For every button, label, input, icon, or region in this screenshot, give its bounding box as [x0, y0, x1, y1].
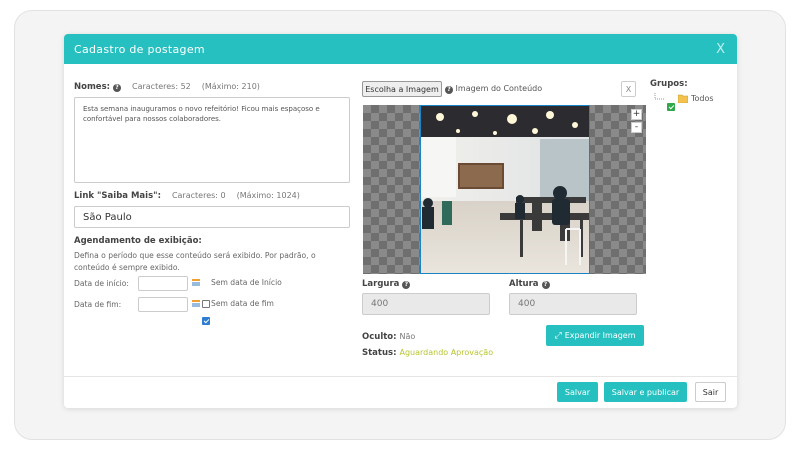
- footer-divider: [64, 376, 737, 377]
- post-registration-modal: Cadastro de postagem X Nomes: ? Caracter…: [64, 34, 737, 408]
- group-tree-item[interactable]: Todos: [654, 93, 724, 111]
- no-start-date-checkbox[interactable]: [202, 317, 210, 325]
- zoom-out-button[interactable]: -: [631, 122, 642, 133]
- width-input[interactable]: [362, 293, 490, 315]
- help-icon[interactable]: ?: [402, 281, 411, 289]
- choose-image-button[interactable]: Escolha a Imagem: [362, 81, 442, 97]
- groups-label: Grupos:: [650, 79, 688, 89]
- hidden-value: Não: [399, 332, 416, 341]
- zoom-in-button[interactable]: +: [631, 109, 642, 120]
- tree-connector: [654, 93, 664, 100]
- no-end-date-label: Sem data de fim: [211, 299, 274, 308]
- help-icon[interactable]: ?: [113, 84, 122, 92]
- expand-image-label: Expandir Imagem: [564, 331, 636, 340]
- agendamento-title: Agendamento de exibição:: [74, 236, 202, 246]
- height-input[interactable]: [509, 293, 637, 315]
- calendar-icon[interactable]: [192, 300, 200, 307]
- end-date-label: Data de fim:: [74, 300, 122, 309]
- link-char-max: (Máximo: 1024): [236, 191, 300, 200]
- width-label: Largura: [362, 279, 400, 289]
- no-end-date-checkbox[interactable]: [202, 300, 210, 308]
- link-char-count: Caracteres: 0: [171, 191, 226, 200]
- image-info: ? Imagem do Conteúdo: [445, 84, 542, 94]
- link-label: Link "Saiba Mais":: [74, 191, 161, 201]
- remove-image-button[interactable]: X: [621, 81, 636, 97]
- help-icon[interactable]: ?: [541, 281, 550, 289]
- image-info-label: Imagem do Conteúdo: [455, 84, 543, 93]
- calendar-icon[interactable]: [192, 279, 200, 286]
- link-input[interactable]: [74, 206, 350, 228]
- modal-header: Cadastro de postagem X: [64, 34, 737, 64]
- nomes-textarea[interactable]: Esta semana inauguramos o novo refeitóri…: [74, 97, 350, 183]
- status-label: Status:: [362, 348, 397, 358]
- height-label-row: Altura ?: [509, 279, 550, 289]
- image-crop-canvas[interactable]: + -: [363, 105, 646, 274]
- expand-image-button[interactable]: ⤢ Expandir Imagem: [546, 325, 644, 346]
- agendamento-description: Defina o período que esse conteúdo será …: [74, 251, 316, 272]
- start-date-label: Data de início:: [74, 279, 129, 288]
- expand-icon: ⤢: [554, 330, 562, 341]
- exit-button[interactable]: Sair: [695, 382, 726, 402]
- group-checkbox[interactable]: [667, 103, 675, 111]
- hidden-label: Oculto:: [362, 332, 397, 342]
- link-label-row: Link "Saiba Mais": Caracteres: 0 (Máximo…: [74, 191, 300, 201]
- nomes-label: Nomes:: [74, 82, 111, 92]
- status-value: Aguardando Aprovação: [399, 348, 494, 357]
- start-date-input[interactable]: [138, 276, 188, 291]
- nomes-label-row: Nomes: ? Caracteres: 52 (Máximo: 210): [74, 82, 260, 92]
- modal-title: Cadastro de postagem: [74, 42, 205, 56]
- save-and-publish-button[interactable]: Salvar e publicar: [604, 382, 687, 402]
- hidden-row: Oculto: Não: [362, 332, 415, 342]
- group-label: Todos: [691, 94, 714, 103]
- help-icon[interactable]: ?: [445, 86, 453, 94]
- no-start-date-label: Sem data de Início: [211, 278, 282, 287]
- nomes-char-count: Caracteres: 52: [131, 82, 191, 91]
- height-label: Altura: [509, 279, 539, 289]
- folder-icon: [678, 94, 688, 103]
- close-icon[interactable]: X: [716, 42, 725, 57]
- width-label-row: Largura ?: [362, 279, 411, 289]
- end-date-input[interactable]: [138, 297, 188, 312]
- cafeteria-photo: [420, 105, 590, 274]
- nomes-char-max: (Máximo: 210): [201, 82, 260, 91]
- status-row: Status: Aguardando Aprovação: [362, 348, 493, 358]
- save-button[interactable]: Salvar: [557, 382, 598, 402]
